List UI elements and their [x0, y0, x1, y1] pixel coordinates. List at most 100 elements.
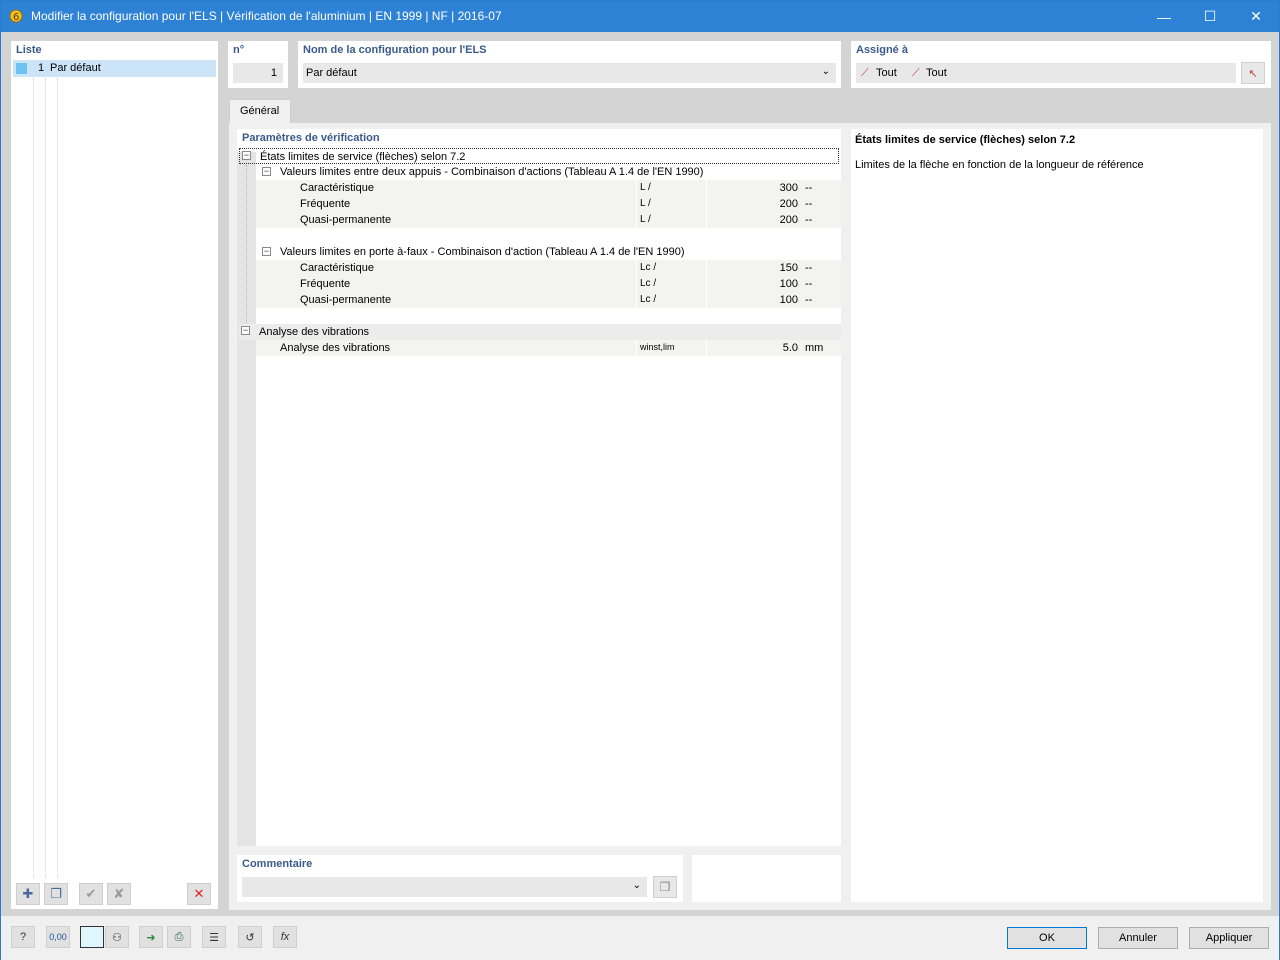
group-title: États limites de service (flèches) selon… [260, 151, 466, 163]
comment-combobox[interactable]: ⌄ [242, 877, 647, 897]
row-unit: -- [805, 294, 813, 306]
table-row[interactable]: Quasi-permanente L / 200 -- [256, 212, 841, 228]
description-title: États limites de service (flèches) selon… [855, 134, 1076, 146]
assigned-value-1: Tout [876, 67, 897, 79]
row-value[interactable]: 300 [726, 182, 798, 194]
row-unit: -- [805, 198, 813, 210]
description-text: Limites de la flèche en fonction de la l… [855, 159, 1144, 171]
tree-guide [57, 78, 58, 878]
number-field[interactable]: 1 [233, 63, 283, 83]
chevron-down-icon[interactable]: ⌄ [633, 880, 641, 891]
member-icon: ⟋ [861, 67, 869, 79]
row-value[interactable]: 150 [726, 262, 798, 274]
row-label: Caractéristique [300, 262, 374, 274]
table-row[interactable]: Fréquente L / 200 -- [256, 196, 841, 212]
column-divider [706, 276, 707, 292]
table-row[interactable]: Fréquente Lc / 100 -- [256, 276, 841, 292]
column-divider [636, 212, 637, 228]
tree-subgroup-spans[interactable]: − Valeurs limites entre deux appuis - Co… [256, 164, 841, 180]
collapse-icon[interactable]: − [262, 247, 271, 256]
row-label: Fréquente [300, 278, 351, 290]
subgroup-title: Valeurs limites en porte à-faux - Combin… [280, 246, 685, 258]
subgroup-title: Valeurs limites entre deux appuis - Comb… [280, 166, 704, 178]
window-title: Modifier la configuration pour l'ELS | V… [31, 9, 502, 23]
check-all-icon[interactable]: ✔ [79, 883, 103, 905]
row-unit: -- [805, 182, 813, 194]
help-icon[interactable]: ? [11, 926, 35, 948]
minimize-button[interactable]: — [1141, 1, 1187, 32]
reset-icon[interactable]: ↺ [238, 926, 262, 948]
list-item-num: 1 [38, 62, 45, 74]
list-item[interactable]: 1 Par défaut [13, 60, 216, 77]
maximize-button[interactable]: ☐ [1187, 1, 1233, 32]
formula-icon[interactable]: fx [273, 926, 297, 948]
row-symbol: L / [640, 214, 651, 225]
table-row[interactable]: Quasi-permanente Lc / 100 -- [256, 292, 841, 308]
cancel-button[interactable]: Annuler [1098, 927, 1178, 949]
column-divider [706, 340, 707, 356]
title-bar[interactable]: 6 Modifier la configuration pour l'ELS |… [1, 1, 1279, 32]
print-icon[interactable]: ⎙ [167, 926, 191, 948]
row-label: Fréquente [300, 198, 351, 210]
table-row[interactable]: Analyse des vibrations winst,lim 5.0 mm [256, 340, 841, 356]
collapse-icon[interactable]: − [241, 326, 250, 335]
export-icon[interactable]: ➜ [139, 926, 163, 948]
tree-guide [33, 78, 34, 878]
number-panel: n° 1 [228, 41, 288, 88]
chevron-down-icon[interactable]: ⌄ [822, 66, 830, 77]
tree-group-sls[interactable]: − États limites de service (flèches) sel… [239, 148, 839, 164]
column-divider [706, 292, 707, 308]
apply-button[interactable]: Appliquer [1189, 927, 1269, 949]
row-value[interactable]: 5.0 [726, 342, 798, 354]
row-value[interactable]: 100 [726, 278, 798, 290]
name-combobox[interactable]: Par défaut ⌄ [303, 63, 836, 83]
copy-comment-icon[interactable]: ❐ [653, 876, 677, 898]
column-divider [636, 196, 637, 212]
list-panel: Liste 1 Par défaut ✚ ❐ ✔ ✘ ✕ [11, 41, 218, 909]
close-button[interactable]: ✕ [1233, 1, 1279, 32]
collapse-icon[interactable]: − [262, 167, 271, 176]
display-icon[interactable]: ⚇ [105, 926, 129, 948]
tree-guide [246, 165, 247, 335]
row-label: Quasi-permanente [300, 294, 392, 306]
number-value: 1 [270, 67, 277, 79]
ok-button[interactable]: OK [1007, 927, 1087, 949]
group-title: Analyse des vibrations [259, 326, 370, 338]
collapse-icon[interactable]: − [242, 151, 251, 160]
name-header: Nom de la configuration pour l'ELS [303, 44, 487, 56]
row-unit: -- [805, 214, 813, 226]
row-label: Caractéristique [300, 182, 374, 194]
uncheck-all-icon[interactable]: ✘ [107, 883, 131, 905]
row-symbol: winst,lim [640, 342, 675, 352]
row-value[interactable]: 100 [726, 294, 798, 306]
column-divider [706, 180, 707, 196]
tree-subgroup-cantilever[interactable]: − Valeurs limites en porte à-faux - Comb… [256, 244, 841, 260]
units-icon[interactable]: 0,00 [46, 926, 70, 948]
tree-group-vibrations[interactable]: − Analyse des vibrations [239, 324, 841, 340]
row-label: Quasi-permanente [300, 214, 392, 226]
row-unit: -- [805, 278, 813, 290]
row-value[interactable]: 200 [726, 198, 798, 210]
parameters-header: Paramètres de vérification [242, 132, 380, 144]
library-icon[interactable]: ☰ [202, 926, 226, 948]
assigned-field[interactable]: ⟋ Tout ⟋ Tout [856, 63, 1236, 83]
assigned-header: Assigné à [856, 44, 908, 56]
tab-general-label: Général [240, 105, 280, 117]
name-value: Par défaut [306, 67, 357, 79]
dialog-window: 6 Modifier la configuration pour l'ELS |… [0, 0, 1280, 960]
delete-icon[interactable]: ✕ [187, 883, 211, 905]
column-divider [706, 212, 707, 228]
select-pointer-icon[interactable]: ↖ [1241, 62, 1265, 84]
comment-header: Commentaire [242, 858, 313, 870]
copy-item-icon[interactable]: ❐ [44, 883, 68, 905]
tab-general[interactable]: Général [229, 99, 291, 124]
row-value[interactable]: 200 [726, 214, 798, 226]
table-row[interactable]: Caractéristique L / 300 -- [256, 180, 841, 196]
color-icon[interactable] [80, 926, 104, 948]
assigned-value-2: Tout [926, 67, 947, 79]
number-header: n° [233, 44, 245, 56]
row-unit: mm [805, 342, 824, 354]
bottom-toolbar: ? 0,00 ⚇ ➜ ⎙ ☰ ↺ fx OK Annuler Appliquer [1, 916, 1279, 960]
new-item-icon[interactable]: ✚ [16, 883, 40, 905]
table-row[interactable]: Caractéristique Lc / 150 -- [256, 260, 841, 276]
